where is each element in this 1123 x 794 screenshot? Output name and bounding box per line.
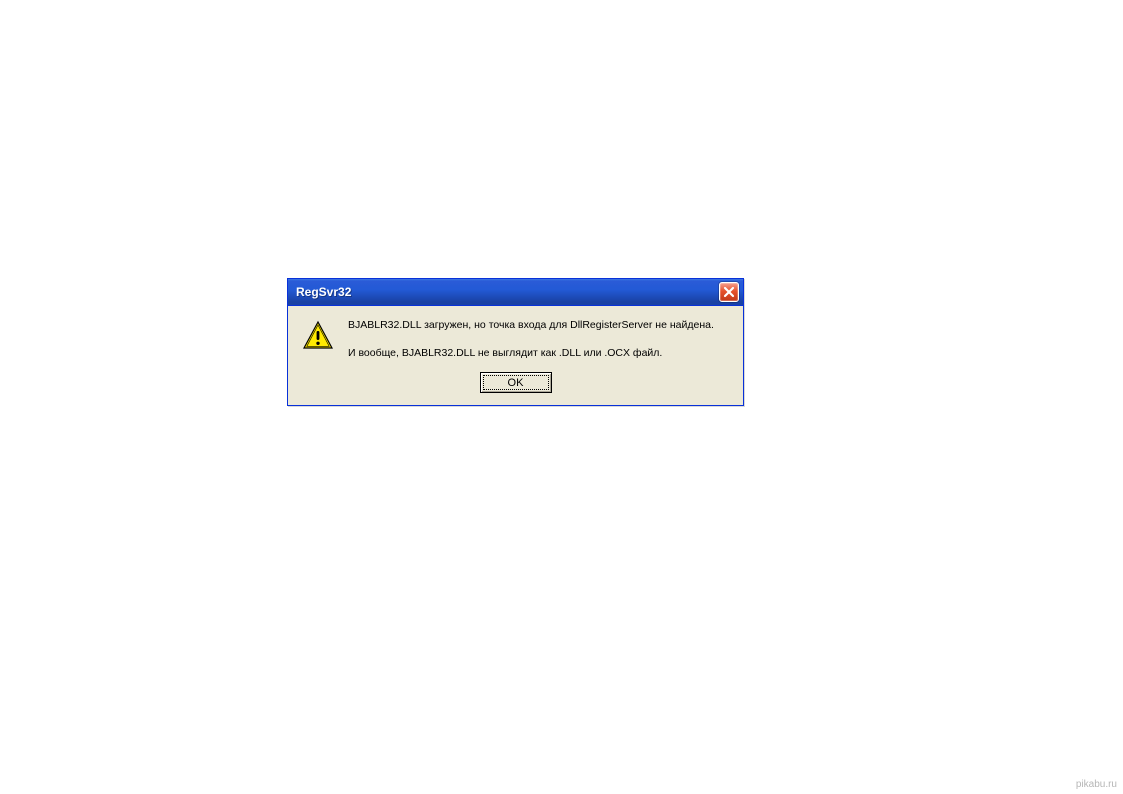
close-icon: [723, 286, 735, 298]
dialog-title: RegSvr32: [296, 285, 351, 299]
warning-icon: [302, 320, 334, 352]
message-text: BJABLR32.DLL загружен, но точка входа дл…: [348, 318, 729, 360]
watermark-text: pikabu.ru: [1076, 779, 1117, 790]
button-row: OK: [302, 372, 729, 393]
titlebar[interactable]: RegSvr32: [288, 279, 743, 306]
message-line-1: BJABLR32.DLL загружен, но точка входа дл…: [348, 318, 729, 332]
dialog-window: RegSvr32 BJABLR32.DLL загружен, но точка…: [287, 278, 744, 406]
message-row: BJABLR32.DLL загружен, но точка входа дл…: [302, 318, 729, 360]
close-button[interactable]: [719, 282, 739, 302]
message-line-2: И вообще, BJABLR32.DLL не выглядит как .…: [348, 346, 729, 360]
ok-button[interactable]: OK: [480, 372, 552, 393]
dialog-content: BJABLR32.DLL загружен, но точка входа дл…: [288, 306, 743, 405]
